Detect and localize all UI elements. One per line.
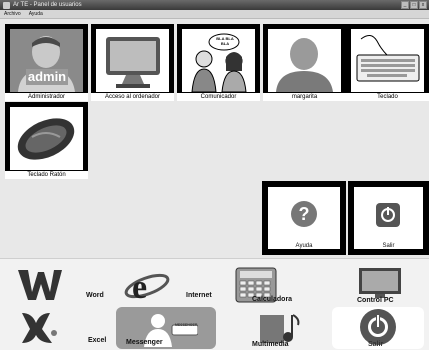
- window-title: Ar TE - Panel de usuarios: [13, 2, 82, 8]
- app-label: Multimedia: [252, 341, 289, 348]
- tile-label: margarita: [263, 93, 346, 101]
- window-controls: _ □ x: [401, 1, 427, 9]
- app-word[interactable]: Word: [14, 264, 114, 304]
- app-control-pc[interactable]: Control PC: [335, 264, 425, 304]
- exit-label: Salir: [382, 243, 395, 249]
- keyboard-icon: [351, 29, 424, 92]
- speech-bubble: BLA BLA BLA: [216, 36, 234, 46]
- maximize-button[interactable]: □: [410, 1, 418, 9]
- mouse-icon: [10, 107, 83, 170]
- help-label: Ayuda: [295, 243, 313, 249]
- app-salir[interactable]: Salir: [332, 307, 424, 349]
- menu-bar: Archivo Ayuda: [0, 10, 429, 19]
- app-multimedia[interactable]: Multimedia: [232, 307, 322, 348]
- excel-icon: [22, 313, 57, 343]
- tile-administrador[interactable]: admin Administrador: [5, 24, 88, 101]
- tile-teclado-raton[interactable]: Teclado Ratón: [5, 102, 88, 179]
- power-icon: [360, 309, 396, 345]
- help-icon: ?: [291, 201, 317, 227]
- app-label: Internet: [186, 292, 212, 299]
- tile-acceso-ordenador[interactable]: Acceso al ordenador: [91, 24, 174, 101]
- app-label: Calculadora: [252, 296, 293, 303]
- app-label: Excel: [88, 337, 107, 344]
- tile-margarita[interactable]: margarita: [263, 24, 346, 101]
- messenger-badge: MESSENGER: [175, 323, 198, 327]
- app-label: Control PC: [357, 297, 394, 304]
- app-launcher: Word e Internet Calculadora Control PC E…: [0, 258, 429, 350]
- app-label: Messenger: [126, 339, 163, 346]
- tile-label: Comunicador: [177, 93, 260, 101]
- tile-label: Administrador: [5, 93, 88, 101]
- monitor-icon: [96, 29, 169, 92]
- app-logo-icon: [3, 1, 10, 9]
- exit-button[interactable]: Salir: [348, 181, 429, 255]
- minimize-button[interactable]: _: [401, 1, 409, 9]
- tile-label: Teclado Ratón: [5, 171, 88, 179]
- app-messenger[interactable]: MESSENGER Messenger: [116, 307, 216, 349]
- tile-label: Teclado: [346, 93, 429, 101]
- admin-avatar-icon: admin: [10, 29, 83, 92]
- close-button[interactable]: x: [419, 1, 427, 9]
- app-label: Word: [86, 292, 104, 299]
- app-internet[interactable]: e Internet: [122, 264, 222, 304]
- tile-label: Acceso al ordenador: [91, 93, 174, 101]
- tile-comunicador[interactable]: BLA BLA BLA Comunicador: [177, 24, 260, 101]
- app-label: Salir: [368, 341, 384, 348]
- admin-badge: admin: [26, 69, 68, 85]
- app-calculadora[interactable]: Calculadora: [232, 264, 322, 304]
- menu-archivo[interactable]: Archivo: [4, 10, 21, 18]
- menu-ayuda[interactable]: Ayuda: [29, 10, 43, 18]
- user-avatar-icon: [268, 29, 341, 92]
- internet-explorer-icon: e: [124, 269, 170, 304]
- word-icon: [18, 270, 62, 300]
- help-button[interactable]: ? Ayuda: [262, 181, 346, 255]
- title-bar: Ar TE - Panel de usuarios _ □ x: [0, 0, 429, 10]
- power-icon: [376, 203, 400, 227]
- tile-teclado[interactable]: Teclado: [346, 24, 429, 101]
- app-excel[interactable]: Excel: [14, 307, 114, 347]
- people-talking-icon: BLA BLA BLA: [182, 29, 255, 92]
- svg-text:e: e: [132, 269, 147, 304]
